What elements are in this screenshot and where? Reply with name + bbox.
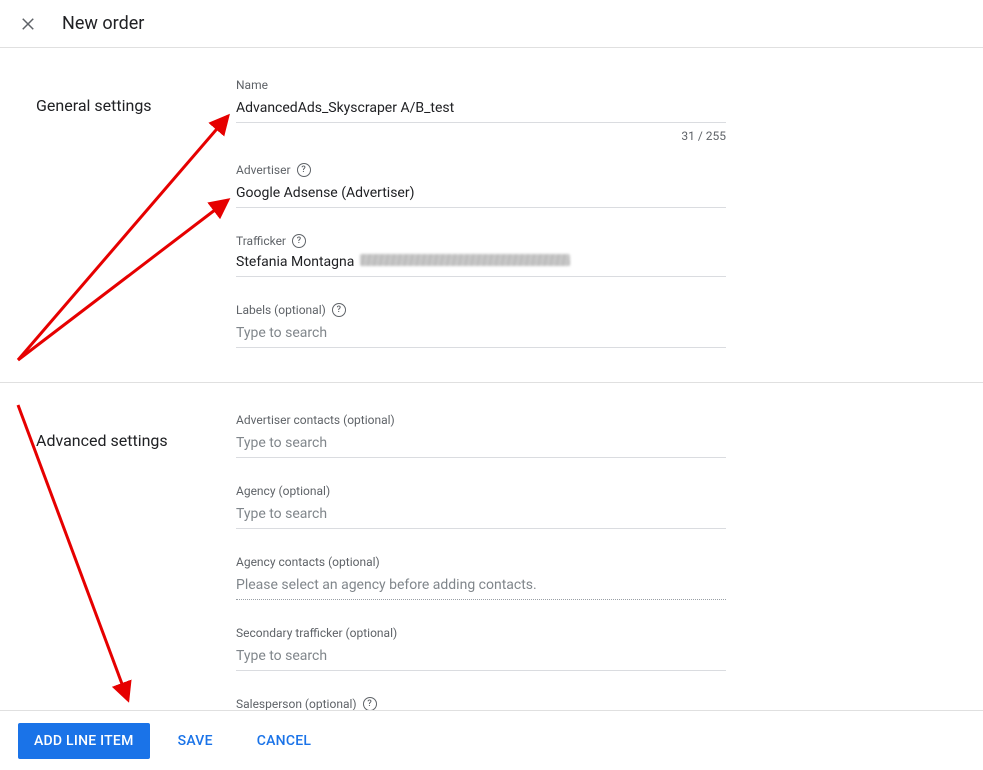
advertiser-input[interactable]: [236, 183, 726, 208]
agency-field-wrapper: Agency (optional): [236, 484, 726, 529]
agency-contacts-input: [236, 575, 726, 600]
labels-label: Labels (optional): [236, 303, 326, 317]
general-settings-section: General settings Name 31 / 255 Advertise…: [0, 48, 983, 382]
secondary-trafficker-label: Secondary trafficker (optional): [236, 626, 726, 640]
advertiser-label: Advertiser: [236, 163, 291, 177]
help-icon[interactable]: ?: [297, 163, 311, 177]
advanced-settings-section: Advanced settings Advertiser contacts (o…: [0, 382, 983, 710]
name-input[interactable]: [236, 98, 726, 123]
name-label: Name: [236, 78, 726, 92]
trafficker-name: Stefania Montagna: [236, 254, 354, 270]
advertiser-contacts-label: Advertiser contacts (optional): [236, 413, 726, 427]
agency-contacts-label: Agency contacts (optional): [236, 555, 726, 569]
save-button[interactable]: SAVE: [162, 723, 229, 759]
advertiser-contacts-input[interactable]: [236, 433, 726, 458]
labels-field-wrapper: Labels (optional) ?: [236, 303, 726, 348]
page-title: New order: [62, 13, 144, 34]
trafficker-label: Trafficker: [236, 234, 286, 248]
help-icon[interactable]: ?: [292, 234, 306, 248]
salesperson-field-wrapper: Salesperson (optional) ?: [236, 697, 726, 710]
agency-label: Agency (optional): [236, 484, 726, 498]
trafficker-field-wrapper: Trafficker ? Stefania Montagna: [236, 234, 726, 277]
trafficker-input[interactable]: Stefania Montagna: [236, 254, 726, 277]
cancel-button[interactable]: CANCEL: [241, 723, 327, 759]
redacted-text: [360, 254, 570, 266]
help-icon[interactable]: ?: [363, 697, 377, 710]
content: General settings Name 31 / 255 Advertise…: [0, 48, 983, 710]
name-char-counter: 31 / 255: [681, 129, 726, 143]
secondary-trafficker-input[interactable]: [236, 646, 726, 671]
agency-input[interactable]: [236, 504, 726, 529]
labels-input[interactable]: [236, 323, 726, 348]
secondary-trafficker-field-wrapper: Secondary trafficker (optional): [236, 626, 726, 671]
footer: ADD LINE ITEM SAVE CANCEL: [0, 710, 983, 770]
help-icon[interactable]: ?: [332, 303, 346, 317]
add-line-item-button[interactable]: ADD LINE ITEM: [18, 723, 150, 759]
close-icon[interactable]: [18, 14, 38, 34]
general-settings-title: General settings: [36, 78, 236, 358]
agency-contacts-field-wrapper: Agency contacts (optional): [236, 555, 726, 600]
advertiser-field-wrapper: Advertiser ?: [236, 163, 726, 208]
advanced-settings-title: Advanced settings: [36, 413, 236, 710]
header: New order: [0, 0, 983, 48]
advertiser-contacts-field-wrapper: Advertiser contacts (optional): [236, 413, 726, 458]
salesperson-label: Salesperson (optional): [236, 697, 357, 710]
name-field-wrapper: Name 31 / 255: [236, 78, 726, 123]
